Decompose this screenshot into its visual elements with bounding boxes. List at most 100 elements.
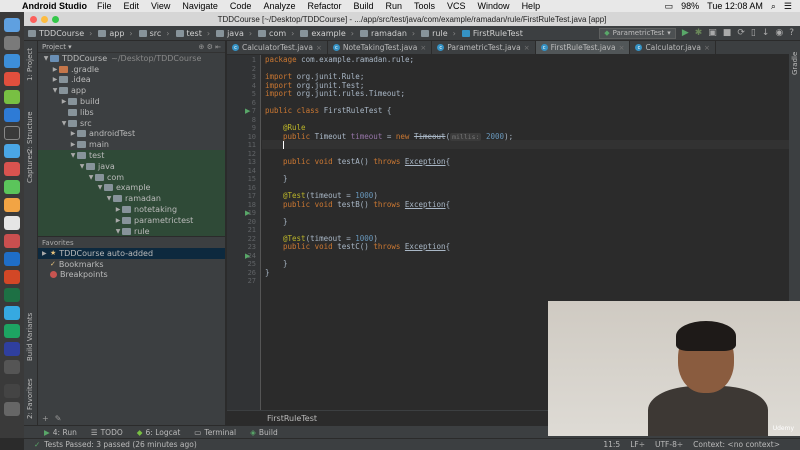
trash-icon[interactable] (4, 402, 20, 416)
line-gutter[interactable]: 1 2 3 4 5 6 7 8 9 10 11 12 13 14 15 16 17 18 19 20 21 22 23 24 2… (227, 55, 261, 410)
terminal-tool-button[interactable]: ▭ Terminal (194, 428, 236, 437)
sdk-manager-icon[interactable]: ↓ (762, 28, 770, 38)
xcode-icon[interactable] (4, 144, 20, 158)
crumb-com[interactable]: com › (258, 29, 294, 38)
run-gutter-icon[interactable]: ▶ (245, 252, 250, 260)
tab-calculator-test[interactable]: c CalculatorTest.java × (227, 41, 328, 54)
crumb-app[interactable]: app › (98, 29, 133, 38)
tree-item[interactable]: ▼ app (38, 85, 225, 96)
menu-view[interactable]: View (151, 1, 170, 11)
chevron-right-icon[interactable]: ▶ (69, 141, 77, 148)
crumb-file[interactable]: FirstRuleTest (461, 29, 523, 38)
tree-item[interactable]: ▼ src (38, 118, 225, 129)
app-menu[interactable]: Android Studio (22, 1, 87, 11)
context-indicator[interactable]: Context: <no context> (693, 440, 780, 449)
logcat-tool-button[interactable]: ◆ 6: Logcat (137, 428, 181, 437)
tab-note-taking-test[interactable]: c NoteTakingTest.java × (328, 41, 433, 54)
crumb-ramadan[interactable]: ramadan › (359, 29, 415, 38)
chevron-right-icon[interactable]: ▶ (51, 66, 59, 73)
run-gutter-icon[interactable]: ▶ (245, 107, 250, 115)
run-config-select[interactable]: ◆ ParametricTest ▾ (599, 27, 676, 39)
chevron-right-icon[interactable]: ▶ (114, 206, 122, 213)
safari-icon[interactable] (4, 54, 20, 68)
menu-help[interactable]: Help (522, 1, 541, 11)
code-area[interactable]: package com.example.ramadan.rule; import… (265, 55, 513, 276)
word-icon[interactable] (4, 252, 20, 266)
notes-icon[interactable] (4, 216, 20, 230)
project-view-select[interactable]: Project (42, 43, 66, 51)
chevron-down-icon[interactable]: ▼ (42, 55, 50, 62)
close-icon[interactable]: × (704, 44, 710, 52)
downloads-icon[interactable] (4, 384, 20, 398)
tree-item[interactable]: ▶ parametrictest (38, 214, 225, 226)
tree-item[interactable]: ▼ example (38, 182, 225, 194)
favorites-item-breakpoints[interactable]: Breakpoints (38, 270, 225, 281)
menu-vcs[interactable]: VCS (447, 1, 466, 11)
tree-item[interactable]: libs (38, 107, 225, 118)
edit-icon[interactable]: ✎ (55, 414, 62, 423)
launchpad-icon[interactable] (4, 36, 20, 50)
tree-item[interactable]: ▶ notetaking (38, 204, 225, 215)
stop-icon[interactable]: ■ (723, 28, 732, 38)
messages-icon[interactable] (4, 180, 20, 194)
system-prefs-icon[interactable] (4, 360, 20, 374)
favorites-item-project[interactable]: ▶ ★ TDDCourse auto-added (38, 248, 225, 259)
run-gutter-icon[interactable]: ▶ (245, 209, 250, 217)
chevron-right-icon[interactable]: ▶ (60, 98, 68, 105)
powerpoint-icon[interactable] (4, 270, 20, 284)
tree-item[interactable]: ▶ main (38, 139, 225, 150)
chevron-right-icon[interactable]: ▶ (51, 76, 59, 83)
vpn-icon[interactable] (4, 342, 20, 356)
tree-item[interactable]: ▶ .gradle (38, 64, 225, 75)
favorites-item-bookmarks[interactable]: ✓ Bookmarks (38, 259, 225, 270)
captures-tool-button[interactable]: Captures (26, 152, 34, 183)
tree-item[interactable]: ▼ rule (38, 225, 225, 236)
excel-icon[interactable] (4, 288, 20, 302)
chevron-down-icon[interactable]: ▼ (78, 163, 86, 170)
tab-first-rule-test[interactable]: c FirstRuleTest.java × (535, 41, 631, 54)
menu-tools[interactable]: Tools (414, 1, 435, 11)
build-tool-button[interactable]: ◈ Build (250, 428, 278, 437)
chevron-down-icon[interactable]: ▼ (114, 228, 122, 235)
calendar-icon[interactable] (4, 162, 20, 176)
photos-icon[interactable] (4, 198, 20, 212)
tree-item[interactable]: ▼ TDDCourse ~/Desktop/TDDCourse (38, 53, 225, 64)
menu-code[interactable]: Code (230, 1, 252, 11)
minimize-icon[interactable] (41, 15, 48, 23)
menu-analyze[interactable]: Analyze (263, 1, 295, 11)
chevron-down-icon[interactable]: ▼ (51, 87, 59, 94)
menu-build[interactable]: Build (353, 1, 373, 11)
menu-window[interactable]: Window (478, 1, 510, 11)
close-icon[interactable]: × (316, 44, 322, 52)
tree-item[interactable]: ▶ androidTest (38, 129, 225, 140)
zoom-icon[interactable] (52, 15, 59, 23)
chevron-right-icon[interactable]: ▶ (114, 217, 122, 224)
close-icon[interactable] (30, 15, 37, 23)
battery-icon[interactable]: ▭ (665, 1, 674, 12)
tree-item[interactable]: ▶ build (38, 96, 225, 107)
chevron-right-icon[interactable]: ▶ (69, 130, 77, 137)
favorites-tool-button[interactable]: 2: Favorites (26, 378, 34, 419)
add-icon[interactable]: + (42, 414, 49, 423)
chevron-down-icon[interactable]: ▼ (105, 195, 113, 202)
notification-center-icon[interactable]: ☰ (784, 1, 792, 12)
device-monitor-icon[interactable]: ◉ (775, 28, 783, 38)
crumb-java[interactable]: java › (216, 29, 252, 38)
tab-parametric-test[interactable]: c ParametricTest.java × (432, 41, 536, 54)
status-message[interactable]: Tests Passed: 3 passed (26 minutes ago) (44, 440, 197, 449)
menu-file[interactable]: File (97, 1, 112, 11)
close-icon[interactable]: × (420, 44, 426, 52)
cursor-position[interactable]: 11:5 (603, 440, 620, 449)
avd-manager-icon[interactable]: ▯ (751, 28, 756, 38)
tree-item[interactable]: ▶ .idea (38, 75, 225, 86)
run-icon[interactable]: ▶ (682, 28, 689, 38)
spotlight-icon[interactable]: ⌕ (771, 1, 776, 12)
tree-item[interactable]: ▼ ramadan (38, 193, 225, 205)
music-icon[interactable] (4, 234, 20, 248)
chevron-down-icon[interactable]: ▼ (87, 174, 95, 181)
app-store-icon[interactable] (4, 108, 20, 122)
help-icon[interactable]: ? (789, 28, 794, 38)
todo-tool-button[interactable]: ☰ TODO (91, 428, 123, 437)
project-tool-button[interactable]: 1: Project (26, 48, 34, 81)
crumb-rule[interactable]: rule › (421, 29, 456, 38)
